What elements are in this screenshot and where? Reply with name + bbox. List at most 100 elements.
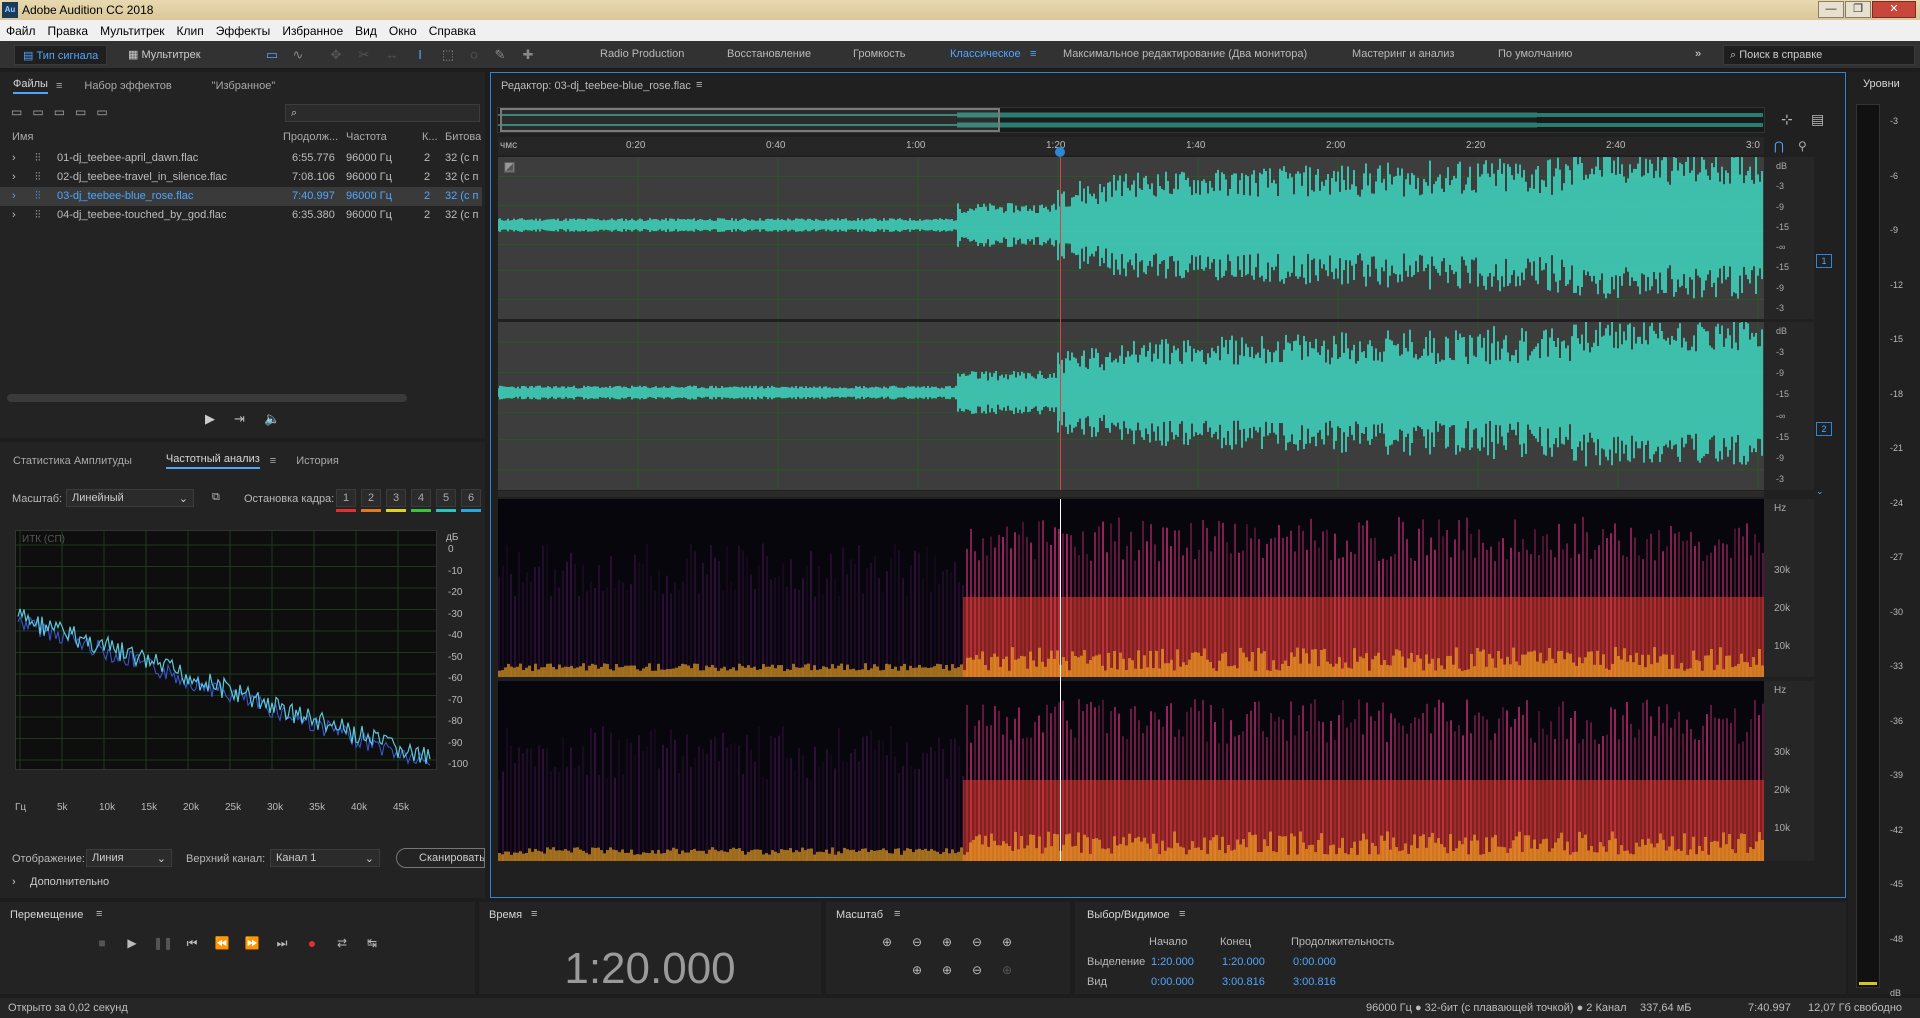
scale-select[interactable]: Линейный ⌄ [66,489,194,507]
help-search-input[interactable]: ⌕ Поиск в справке [1723,45,1915,65]
spectral-view-icon[interactable]: ∿ [290,47,306,63]
selection-start-field[interactable]: 1:20.000 [1151,956,1194,968]
table-row[interactable]: › ⫶⫶ 02-dj_teebee-travel_in_silence.flac… [0,168,482,187]
overview-navigator[interactable] [497,107,1765,133]
new-file-icon[interactable]: ▭ [54,105,75,119]
workspace-menu-icon[interactable]: ≡ [1030,48,1036,60]
analysis-menu-icon[interactable]: ≡ [270,455,276,467]
channel-2-badge[interactable]: 2 [1816,422,1832,436]
loop-playback-button[interactable]: ⇄ [333,935,351,951]
freeze-frame-button[interactable]: 5 [436,489,456,507]
col-channels[interactable]: К... [422,131,438,143]
freeze-frame-button[interactable]: 2 [361,489,381,507]
auto-play-icon[interactable]: 🔈 [264,411,280,427]
workspace-loudness[interactable]: Громкость [853,48,905,60]
tab-effects-rack[interactable]: Набор эффектов [84,80,171,92]
table-row[interactable]: › ⫶⫶ 03-dj_teebee-blue_rose.flac 7:40.99… [0,187,482,206]
open-file-icon[interactable]: ▭ [11,105,32,119]
menu-multitrack[interactable]: Мультитрек [100,24,164,38]
scan-button[interactable]: Сканировать [396,848,485,868]
time-selection-tool-icon[interactable]: I [412,47,428,63]
expand-chevron-icon[interactable]: › [12,190,16,202]
move-tool-icon[interactable]: ✥ [328,47,344,63]
multitrack-mode-button[interactable]: ▦ Мультитрек [120,45,209,65]
visible-range-handle[interactable] [500,108,1000,132]
tab-files[interactable]: Файлы [13,78,48,94]
files-menu-icon[interactable]: ≡ [56,80,62,92]
record-button[interactable]: ● [303,935,321,951]
playhead[interactable] [1060,157,1062,490]
channel-1-badge[interactable]: 1 [1816,254,1832,268]
spectral-channel-2[interactable] [498,681,1764,861]
zoom-in-right-icon[interactable]: ⊕ [938,962,956,978]
col-rate[interactable]: Частота [346,131,387,143]
fast-forward-button[interactable]: ⏩ [243,935,261,951]
menu-view[interactable]: Вид [355,24,377,38]
splitter-chevron-icon[interactable]: ⌄ [1816,486,1824,497]
freeze-frame-button[interactable]: 1 [336,489,356,507]
maximize-button[interactable]: ❐ [1845,1,1871,18]
expand-chevron-icon[interactable]: › [12,209,16,221]
spectral-channel-1[interactable] [498,499,1764,677]
zoom-in-left-icon[interactable]: ⊕ [908,962,926,978]
brush-tool-icon[interactable]: ✎ [492,47,508,63]
editor-options-icon[interactable]: ▤ [1811,111,1824,128]
razor-tool-icon[interactable]: ✂ [356,47,372,63]
expand-chevron-icon[interactable]: › [12,171,16,183]
tab-frequency-analysis[interactable]: Частотный анализ [165,453,260,469]
insert-multitrack-icon[interactable]: ▭ [75,105,96,119]
workspace-radio-production[interactable]: Radio Production [600,48,684,60]
rewind-button[interactable]: ⏪ [213,935,231,951]
view-start-field[interactable]: 0:00.000 [1151,976,1194,988]
transport-menu-icon[interactable]: ≡ [96,908,102,920]
tab-favorites[interactable]: "Избранное" [212,80,276,92]
menu-effects[interactable]: Эффекты [216,24,271,38]
hud-toggle-icon[interactable]: ◩ [504,162,515,173]
import-icon[interactable]: ▭ [32,105,53,119]
lasso-tool-icon[interactable]: ◌ [466,47,482,63]
view-splitter[interactable] [498,491,1764,497]
time-menu-icon[interactable]: ≡ [531,908,537,920]
zoom-out-full-icon[interactable]: ⊖ [968,934,986,950]
col-bits[interactable]: Битова [445,131,481,143]
menu-edit[interactable]: Правка [48,24,89,38]
waveform-channel-2[interactable] [497,319,1764,490]
time-ruler[interactable]: чмс 0:20 0:40 1:00 1:20 1:40 2:00 2:20 2:40 3:0 [498,137,1764,155]
zoom-selection-icon[interactable]: ⊹ [1781,111,1793,128]
freeze-frame-button[interactable]: 6 [461,489,481,507]
channel-select[interactable]: Канал 1 ⌄ [270,849,380,867]
workspace-default[interactable]: По умолчанию [1498,48,1572,60]
menu-window[interactable]: Окно [389,24,417,38]
zoom-disabled-icon[interactable]: ⊕ [998,962,1016,978]
selection-duration-field[interactable]: 0:00.000 [1293,956,1336,968]
zoom-out-icon[interactable]: ⊖ [968,962,986,978]
view-end-field[interactable]: 3:00.816 [1222,976,1265,988]
delete-icon[interactable]: ▭ [96,105,117,119]
freeze-frame-button[interactable]: 4 [411,489,431,507]
waveform-view-icon[interactable]: ▭ [264,47,280,63]
table-row[interactable]: › ⫶⫶ 01-dj_teebee-april_dawn.flac 6:55.7… [0,149,482,168]
play-preview-icon[interactable]: ▶ [205,411,215,427]
menu-favorites[interactable]: Избранное [282,24,343,38]
tab-amplitude-stats[interactable]: Статистика Амплитуды [13,455,132,467]
go-to-end-button[interactable]: ⏭ [273,935,291,951]
waveform-mode-button[interactable]: ▤ Тип сигнала [14,45,108,65]
freeze-frame-button[interactable]: 3 [386,489,406,507]
snapshot-icon[interactable]: ⧉ [212,491,220,504]
view-duration-field[interactable]: 3:00.816 [1293,976,1336,988]
advanced-label[interactable]: Дополнительно [30,876,109,888]
loop-preview-icon[interactable]: ⇥ [234,411,245,427]
menu-help[interactable]: Справка [429,24,476,38]
expand-chevron-icon[interactable]: › [12,152,16,164]
minimize-button[interactable]: — [1818,1,1844,18]
waveform-channel-1[interactable] [497,151,1764,319]
slip-tool-icon[interactable]: ↔ [384,47,400,63]
zoom-in-time-icon[interactable]: ⊕ [938,934,956,950]
marker-pin-icon[interactable]: ⚲ [1798,139,1807,153]
display-select[interactable]: Линия ⌄ [86,849,172,867]
pause-button[interactable]: ❚❚ [153,935,173,951]
zoom-in-amplitude-icon[interactable]: ⊕ [878,934,896,950]
workspace-dual-monitor[interactable]: Максимальное редактирование (Два монитор… [1063,48,1307,60]
table-row[interactable]: › ⫶⫶ 04-dj_teebee-touched_by_god.flac 6:… [0,206,482,225]
workspace-restoration[interactable]: Восстановление [727,48,811,60]
